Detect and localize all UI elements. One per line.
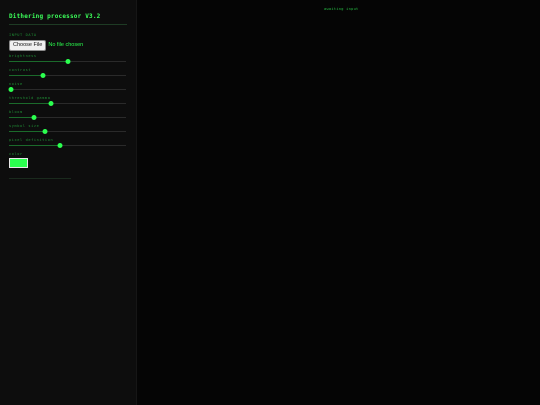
canvas-status-text: awaiting input: [324, 7, 359, 11]
pixel-definition-slider[interactable]: [9, 142, 126, 148]
panel-divider: [9, 178, 71, 179]
color-picker[interactable]: [9, 158, 28, 168]
slider-fill: [9, 131, 46, 132]
threshold-gamma-slider[interactable]: [9, 100, 126, 106]
slider-fill: [9, 103, 52, 104]
slider-fill: [9, 61, 68, 62]
file-status-text: No file chosen: [48, 42, 84, 48]
slider-thumb[interactable]: [40, 73, 46, 78]
control-panel: Dithering processor V3.2 INPUT DATA Choo…: [0, 0, 137, 405]
choose-file-button[interactable]: Choose File: [9, 39, 47, 51]
slider-thumb[interactable]: [42, 129, 48, 134]
slider-thumb[interactable]: [48, 101, 54, 106]
symbol-size-slider[interactable]: [9, 128, 126, 134]
slider-fill: [9, 145, 61, 146]
slider-thumb[interactable]: [57, 143, 63, 148]
brightness-slider[interactable]: [9, 58, 126, 64]
color-label: color: [9, 152, 23, 156]
app-title: Dithering processor V3.2: [9, 13, 101, 20]
noise-slider[interactable]: [8, 86, 126, 92]
bloom-slider[interactable]: [9, 114, 126, 120]
output-canvas: [137, 0, 540, 405]
slider-fill: [9, 117, 34, 118]
contrast-slider[interactable]: [9, 72, 126, 78]
slider-thumb[interactable]: [65, 59, 70, 64]
file-input[interactable]: Choose File No file chosen: [9, 39, 84, 51]
slider-fill: [9, 75, 43, 76]
slider-thumb[interactable]: [8, 87, 14, 92]
slider-thumb[interactable]: [31, 115, 37, 120]
input-data-label: INPUT DATA: [9, 33, 37, 37]
title-divider: [9, 24, 127, 25]
slider-track: [9, 89, 126, 90]
